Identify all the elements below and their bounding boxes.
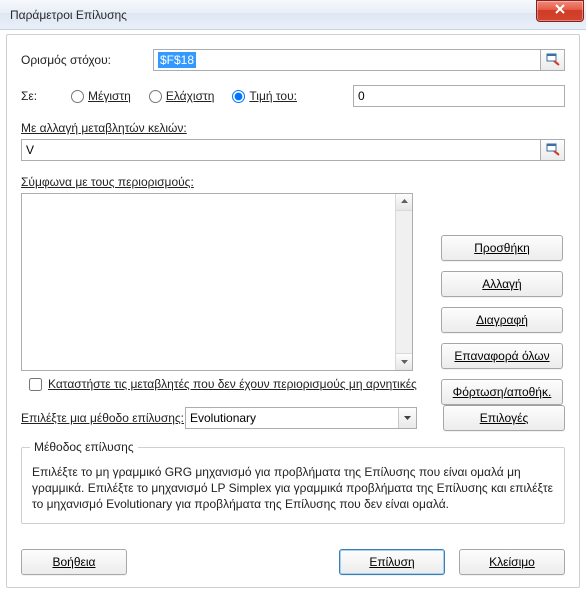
radio-max-label: Μέγιστη xyxy=(88,89,131,103)
objective-label: Ορισμός στόχου: xyxy=(21,53,153,67)
to-label: Σε: xyxy=(21,89,71,103)
objective-input[interactable]: $F$18 xyxy=(153,49,541,71)
radio-max[interactable]: Μέγιστη xyxy=(71,89,131,103)
load-save-button[interactable]: Φόρτωση/αποθήκ. xyxy=(441,379,563,405)
non-negative-checkbox[interactable] xyxy=(29,378,42,391)
constraints-listbox[interactable] xyxy=(21,193,413,371)
method-label: Επιλέξτε μια μέθοδο επίλυσης: xyxy=(21,411,185,425)
changing-row xyxy=(21,139,565,161)
radio-max-input[interactable] xyxy=(71,90,84,103)
constraints-label: Σύμφωνα με τους περιορισμούς: xyxy=(21,175,194,189)
scroll-down-button[interactable] xyxy=(396,353,412,370)
close-button[interactable] xyxy=(536,0,584,22)
method-row: Επιλέξτε μια μέθοδο επίλυσης: Evolutiona… xyxy=(21,405,565,431)
method-description-group: Μέθοδος επίλυσης Επιλέξτε το μη γραμμικό… xyxy=(21,447,565,524)
method-description-text: Επιλέξτε το μη γραμμικό GRG μηχανισμό γι… xyxy=(32,464,554,513)
scrollbar[interactable] xyxy=(395,194,412,370)
close-dialog-button[interactable]: Κλείσιμο xyxy=(459,549,565,575)
objective-row: Ορισμός στόχου: $F$18 xyxy=(21,49,565,71)
reset-all-button[interactable]: Επαναφορά όλων xyxy=(441,343,563,369)
scroll-up-button[interactable] xyxy=(396,194,412,211)
reference-selector-icon xyxy=(546,52,560,69)
solve-button[interactable]: Επίλυση xyxy=(339,549,445,575)
radio-valueof[interactable]: Τιμή του: xyxy=(232,89,297,103)
changing-ref-button[interactable] xyxy=(541,139,565,161)
radio-min[interactable]: Ελάχιστη xyxy=(149,89,215,103)
method-description-legend: Μέθοδος επίλυσης xyxy=(30,440,138,454)
radio-valueof-input[interactable] xyxy=(232,90,245,103)
chevron-up-icon xyxy=(400,195,409,209)
chevron-down-icon xyxy=(400,355,409,369)
title-bar: Παράμετροι Επίλυσης xyxy=(0,0,586,30)
changing-input[interactable] xyxy=(21,139,541,161)
non-negative-label: Καταστήστε τις μεταβλητές που δεν έχουν … xyxy=(48,377,417,391)
radio-valueof-label: Τιμή του: xyxy=(249,89,297,103)
change-button[interactable]: Αλλαγή xyxy=(441,271,563,297)
help-button[interactable]: Βοήθεια xyxy=(21,549,127,575)
delete-button[interactable]: Διαγραφή xyxy=(441,307,563,333)
bottom-buttons: Βοήθεια Επίλυση Κλείσιμο xyxy=(21,549,565,575)
window-title: Παράμετροι Επίλυσης xyxy=(10,8,127,22)
valueof-input[interactable] xyxy=(353,85,565,107)
reference-selector-icon xyxy=(546,142,560,159)
changing-label: Με αλλαγή μεταβλητών κελιών: xyxy=(21,121,187,135)
objective-input-value: $F$18 xyxy=(158,52,196,68)
method-select[interactable]: Evolutionary xyxy=(185,407,417,429)
to-row: Σε: Μέγιστη Ελάχιστη Τιμή του: xyxy=(21,85,565,107)
options-button[interactable]: Επιλογές xyxy=(443,405,565,431)
objective-ref-button[interactable] xyxy=(541,49,565,71)
radio-min-label: Ελάχιστη xyxy=(166,89,215,103)
add-button[interactable]: Προσθήκη xyxy=(441,235,563,261)
method-select-wrap: Evolutionary xyxy=(185,407,417,429)
radio-min-input[interactable] xyxy=(149,90,162,103)
dialog-panel: Ορισμός στόχου: $F$18 Σε: Μέγιστη Ελάχ xyxy=(6,34,580,588)
constraint-buttons: Προσθήκη Αλλαγή Διαγραφή Επαναφορά όλων … xyxy=(441,235,563,405)
close-icon xyxy=(554,3,566,18)
